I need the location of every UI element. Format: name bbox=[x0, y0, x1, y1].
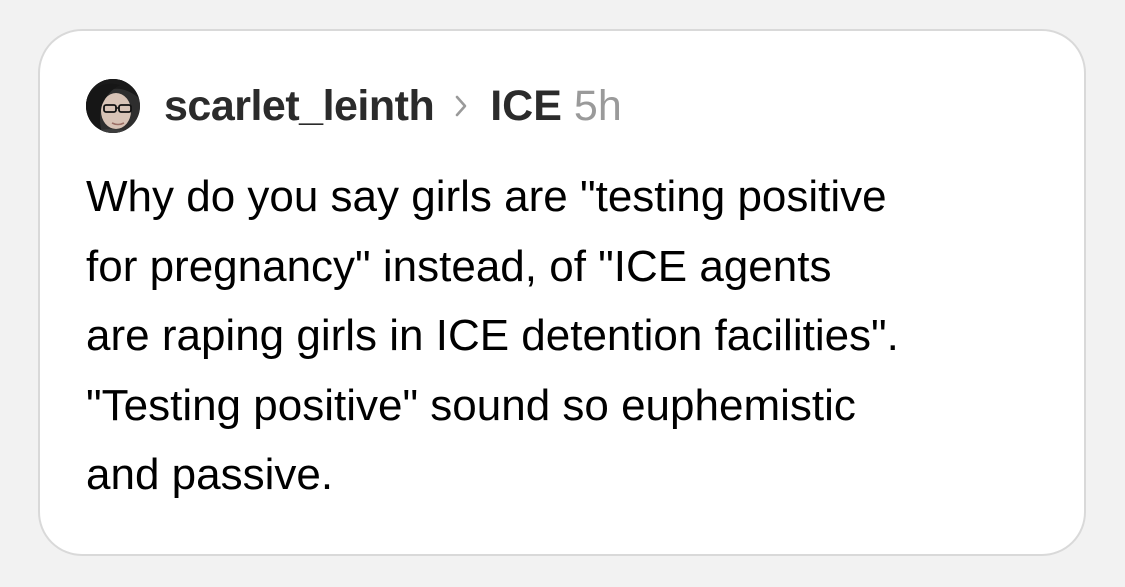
community-name[interactable]: ICE bbox=[490, 82, 562, 131]
author-username[interactable]: scarlet_leinth bbox=[164, 82, 435, 131]
user-avatar[interactable] bbox=[86, 79, 140, 133]
post-body-line: Why do you say girls are "testing positi… bbox=[86, 172, 887, 221]
post-timestamp: 5h bbox=[573, 81, 622, 130]
post-body-line: and passive. bbox=[86, 450, 334, 499]
avatar-image bbox=[86, 79, 140, 133]
chevron-right-icon bbox=[454, 91, 476, 121]
post-body-line: are raping girls in ICE detention facili… bbox=[86, 311, 899, 360]
post-card[interactable]: scarlet_leinth ICE 5h Why do you say gir… bbox=[38, 29, 1086, 556]
post-body-text: Why do you say girls are "testing positi… bbox=[86, 162, 1066, 510]
post-body-line: for pregnancy" instead, of "ICE agents bbox=[86, 241, 832, 291]
post-body-line: "Testing positive" sound so euphemistic bbox=[86, 380, 856, 430]
post-header: scarlet_leinth ICE 5h bbox=[86, 75, 622, 137]
